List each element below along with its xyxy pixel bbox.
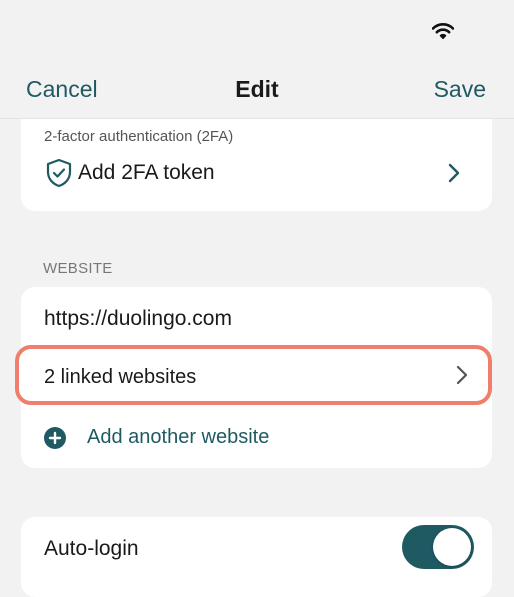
status-bar: [0, 0, 514, 62]
cancel-button[interactable]: Cancel: [26, 76, 98, 103]
add-2fa-token-row[interactable]: Add 2FA token: [21, 150, 492, 196]
add-another-website-button[interactable]: Add another website: [21, 421, 492, 455]
add-another-website-label: Add another website: [87, 426, 270, 448]
auto-login-label: Auto-login: [44, 537, 139, 560]
save-button[interactable]: Save: [434, 76, 486, 103]
toggle-knob: [433, 528, 471, 566]
shield-check-icon: [46, 158, 72, 188]
website-card: https://duolingo.com 2 linked websites A…: [15, 287, 492, 468]
navigation-bar: Cancel Edit Save: [0, 62, 514, 119]
add-2fa-token-label: Add 2FA token: [78, 161, 215, 184]
two-factor-caption: 2-factor authentication (2FA): [44, 128, 234, 145]
website-section-header: WEBSITE: [43, 260, 113, 277]
linked-websites-label: 2 linked websites: [44, 366, 197, 388]
plus-circle-icon: [44, 427, 66, 449]
website-url-field[interactable]: https://duolingo.com: [44, 307, 232, 331]
chevron-right-icon: [456, 365, 468, 385]
auto-login-toggle[interactable]: [402, 525, 474, 569]
auto-login-card: Auto-login: [21, 517, 492, 597]
chevron-right-icon: [448, 163, 460, 183]
wifi-icon: [432, 23, 454, 40]
linked-websites-row[interactable]: 2 linked websites: [15, 345, 492, 405]
